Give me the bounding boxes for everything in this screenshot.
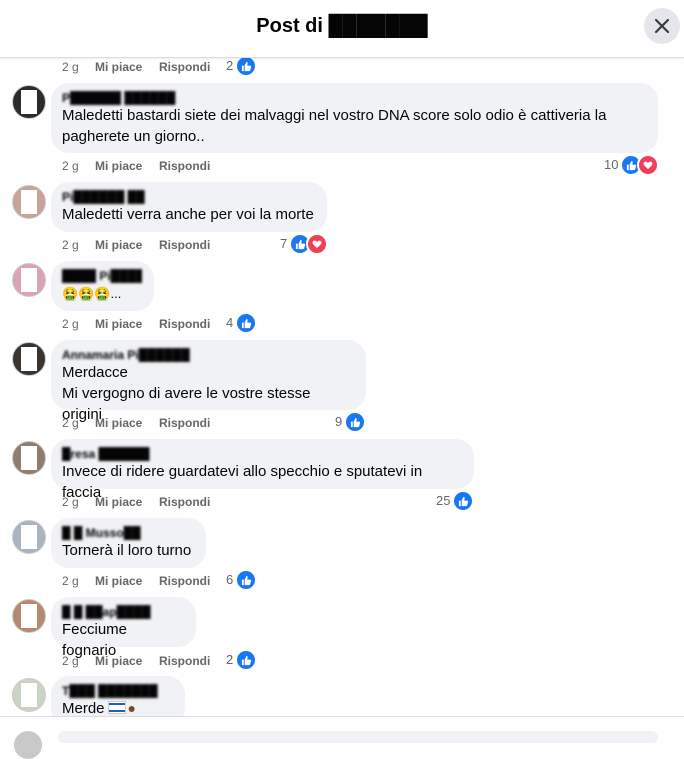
avatar — [14, 731, 42, 759]
reaction-count: 2 — [226, 58, 234, 73]
comment-time[interactable]: 2 g — [62, 237, 79, 253]
comment-bubble[interactable]: P██████ ██████ Maledetti bastardi siete … — [51, 83, 658, 153]
comment-time[interactable]: 2 g — [62, 653, 79, 669]
reaction-summary[interactable]: 9 — [335, 411, 367, 433]
comment-author[interactable]: Annamaria Pi██████ — [62, 348, 354, 362]
comment-text: Tornerà il loro turno — [62, 542, 192, 559]
thumbs-up-icon — [344, 411, 367, 433]
reaction-summary[interactable]: 10 — [604, 154, 660, 176]
avatar[interactable] — [12, 342, 46, 376]
avatar[interactable] — [12, 185, 46, 219]
comment-author[interactable]: █ █ ██ap████ — [62, 605, 184, 619]
comment-time[interactable]: 2 g — [62, 59, 79, 75]
flag-icon — [107, 701, 126, 714]
avatar[interactable] — [12, 85, 46, 119]
comment-text: 🤮🤮🤮... — [62, 286, 122, 301]
comment-text: Maledetti verra anche per voi la morte — [62, 206, 314, 223]
close-button[interactable] — [644, 8, 680, 44]
comment-author[interactable]: █ █ Musso██ — [62, 526, 194, 540]
comment-bubble[interactable]: Pi██████ ██ Maledetti verra anche per vo… — [51, 182, 327, 232]
comment-bubble[interactable]: █resa ██████ Invece di ridere guardatevi… — [51, 439, 474, 501]
heart-icon — [306, 233, 329, 255]
reaction-count: 4 — [226, 315, 234, 330]
reaction-count: 9 — [335, 414, 343, 429]
close-icon — [654, 18, 670, 34]
avatar[interactable] — [12, 520, 46, 554]
comment-text: Maledetti bastardi siete dei malvaggi ne… — [62, 105, 646, 147]
reply-link[interactable]: Rispondi — [159, 316, 210, 332]
avatar[interactable] — [12, 441, 46, 475]
comment-bubble[interactable]: ████ Pi████ 🤮🤮🤮... — [51, 261, 154, 311]
comment-time[interactable]: 2 g — [62, 158, 79, 174]
like-link[interactable]: Mi piace — [95, 316, 142, 332]
comment-line: pagherete un giorno.. — [62, 128, 205, 145]
comment-author[interactable]: ████ Pi████ — [62, 269, 142, 283]
comment-author[interactable]: Pi██████ ██ — [62, 190, 315, 204]
comment-author[interactable]: P██████ ██████ — [62, 91, 646, 105]
reply-link[interactable]: Rispondi — [159, 415, 210, 431]
heart-icon — [637, 154, 660, 176]
thumbs-up-icon — [235, 312, 258, 334]
comment-time[interactable]: 2 g — [62, 415, 79, 431]
comment-input[interactable] — [58, 731, 658, 743]
reaction-summary[interactable]: 25 — [436, 490, 475, 512]
like-link[interactable]: Mi piace — [95, 59, 142, 75]
thumbs-up-icon — [235, 649, 258, 671]
comment-time[interactable]: 2 g — [62, 573, 79, 589]
reply-link[interactable]: Rispondi — [159, 158, 210, 174]
reply-link[interactable]: Rispondi — [159, 237, 210, 253]
reply-link[interactable]: Rispondi — [159, 494, 210, 510]
reply-link[interactable]: Rispondi — [159, 573, 210, 589]
comment-time[interactable]: 2 g — [62, 316, 79, 332]
reaction-count: 2 — [226, 652, 234, 667]
like-link[interactable]: Mi piace — [95, 415, 142, 431]
reaction-count: 10 — [604, 157, 619, 172]
like-link[interactable]: Mi piace — [95, 158, 142, 174]
page-title: Post di ███████ — [256, 15, 428, 37]
avatar[interactable] — [12, 678, 46, 712]
avatar[interactable] — [12, 263, 46, 297]
reply-link[interactable]: Rispondi — [159, 59, 210, 75]
reaction-count: 6 — [226, 572, 234, 587]
comment-bubble[interactable]: █ █ ██ap████ Fecciume fognario — [51, 597, 196, 659]
comment-author[interactable]: T███ ███████ — [62, 684, 173, 698]
reaction-count: 7 — [280, 236, 288, 251]
comment-bubble[interactable]: Annamaria Pi██████ Merdacce Mi vergogno … — [51, 340, 366, 423]
reaction-summary[interactable]: 2 — [226, 649, 258, 671]
comment-list[interactable]: 2 g Mi piace Rispondi 2 P██████ ██████ M… — [0, 57, 684, 737]
post-header: Post di ███████ — [0, 0, 684, 58]
reply-link[interactable]: Rispondi — [159, 653, 210, 669]
comment-author[interactable]: █resa ██████ — [62, 447, 462, 461]
like-link[interactable]: Mi piace — [95, 237, 142, 253]
reaction-summary[interactable]: 2 — [226, 57, 258, 77]
thumbs-up-icon — [235, 57, 258, 77]
comment-line: Merdacce — [62, 364, 128, 381]
reaction-summary[interactable]: 6 — [226, 569, 258, 591]
avatar[interactable] — [12, 599, 46, 633]
reaction-summary[interactable]: 4 — [226, 312, 258, 334]
thumbs-up-icon — [235, 569, 258, 591]
comment-line: Maledetti bastardi siete dei malvaggi ne… — [62, 107, 607, 124]
like-link[interactable]: Mi piace — [95, 653, 142, 669]
comment-composer — [0, 716, 684, 759]
comment-bubble[interactable]: █ █ Musso██ Tornerà il loro turno — [51, 518, 206, 568]
comment-line: Merde — [62, 700, 105, 717]
thumbs-up-icon — [452, 490, 475, 512]
reaction-summary[interactable]: 7 — [280, 233, 329, 255]
reaction-count: 25 — [436, 493, 451, 508]
like-link[interactable]: Mi piace — [95, 494, 142, 510]
like-link[interactable]: Mi piace — [95, 573, 142, 589]
comment-time[interactable]: 2 g — [62, 494, 79, 510]
